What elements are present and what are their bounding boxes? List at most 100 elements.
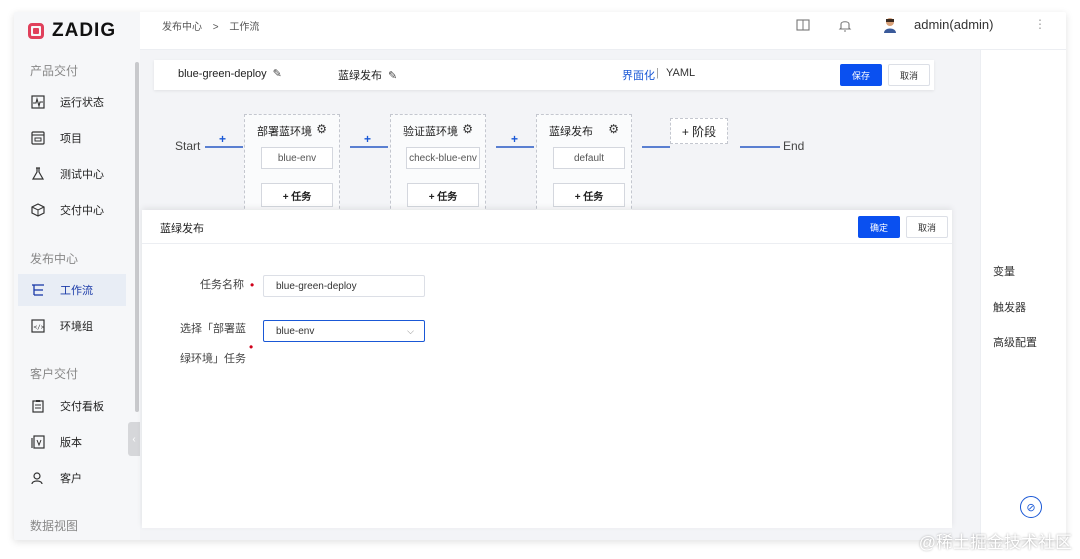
logo[interactable]: ZADIG	[28, 20, 116, 42]
sidebar-item-test-center[interactable]: 测试中心	[18, 158, 126, 190]
stage-verify-blue[interactable]: 验证蓝环境 ⚙ check-blue-env + 任务	[390, 114, 486, 224]
job-chip[interactable]: default	[553, 147, 625, 169]
svg-text:</>: </>	[34, 324, 45, 331]
logo-text: ZADIG	[52, 20, 117, 41]
required-marker: •	[250, 278, 255, 292]
edit-icon[interactable]: ✎	[388, 69, 397, 82]
gear-icon[interactable]: ⚙	[462, 122, 473, 136]
add-stage-button[interactable]: + 阶段	[670, 118, 728, 144]
stage-title: 蓝绿发布	[549, 126, 593, 138]
version-icon	[30, 434, 46, 450]
save-button[interactable]: 保存	[840, 64, 882, 86]
add-task-button[interactable]: + 任务	[407, 183, 479, 207]
required-marker: •	[249, 340, 254, 354]
section-customer-delivery: 客户交付	[30, 367, 79, 381]
select-task-dropdown[interactable]: blue-env ⌵	[263, 320, 425, 342]
watermark: @稀土掘金技术社区	[918, 533, 1072, 552]
zadig-logo-icon	[28, 23, 44, 39]
sidebar-item-label: 交付中心	[60, 205, 104, 217]
user-name[interactable]: admin(admin)	[914, 17, 993, 32]
variables-tab[interactable]: 变量	[993, 263, 1015, 279]
bell-icon[interactable]	[838, 18, 852, 32]
breadcrumb: 发布中心 > 工作流	[162, 18, 267, 33]
sidebar-item-project[interactable]: 项目	[18, 122, 126, 154]
add-task-button[interactable]: + 任务	[553, 183, 625, 207]
delivery-icon	[30, 202, 46, 218]
drawer-header: 蓝绿发布 确定 取消	[142, 210, 952, 244]
drawer-title: 蓝绿发布	[160, 223, 204, 235]
confirm-button[interactable]: 确定	[858, 216, 900, 238]
task-name-input[interactable]: blue-green-deploy	[263, 275, 425, 297]
sidebar-item-customer[interactable]: 客户	[18, 462, 126, 494]
stage-deploy-blue[interactable]: 部署蓝环境 ⚙ blue-env + 任务	[244, 114, 340, 224]
sidebar-scrollbar[interactable]	[135, 62, 139, 412]
stage-name-text: 蓝绿发布	[338, 70, 382, 82]
project-icon	[30, 130, 46, 146]
sidebar-item-delivery-center[interactable]: 交付中心	[18, 194, 126, 226]
sidebar-item-label: 客户	[60, 473, 82, 485]
sidebar-item-delivery-board[interactable]: 交付看板	[18, 390, 126, 422]
sidebar-item-label: 环境组	[60, 321, 93, 333]
stage-title: 部署蓝环境	[257, 126, 312, 138]
sidebar-item-label: 交付看板	[60, 401, 104, 413]
connector	[740, 146, 780, 148]
gear-icon[interactable]: ⚙	[316, 122, 327, 136]
add-stage-plus-icon[interactable]: +	[219, 132, 226, 146]
workflow-name-text: blue-green-deploy	[178, 68, 267, 80]
pulse-icon	[30, 94, 46, 110]
add-stage-plus-icon[interactable]: +	[364, 132, 371, 146]
more-options-icon[interactable]: ⋮	[1034, 17, 1046, 31]
breadcrumb-workflow[interactable]: 工作流	[229, 22, 259, 33]
view-yaml-tab[interactable]: YAML	[666, 67, 695, 79]
advanced-config-tab[interactable]: 高级配置	[993, 334, 1037, 350]
pipeline-end: End	[783, 139, 805, 153]
select-task-label-line2: 绿环境」任务	[180, 353, 246, 365]
connector	[350, 146, 388, 148]
breadcrumb-release-center[interactable]: 发布中心	[162, 22, 202, 33]
sidebar-item-label: 运行状态	[60, 97, 104, 109]
avatar[interactable]	[882, 17, 898, 33]
sidebar-item-label: 测试中心	[60, 169, 104, 181]
breadcrumb-separator: >	[212, 22, 219, 33]
sidebar-item-status[interactable]: 运行状态	[18, 86, 126, 118]
job-chip[interactable]: check-blue-env	[406, 147, 480, 169]
sidebar: ZADIG 产品交付 运行状态 项目 测试中心 交付中心 发布中心 工作流 </…	[14, 12, 140, 540]
connector	[496, 146, 534, 148]
view-separator: |	[656, 67, 659, 79]
job-chip[interactable]: blue-env	[261, 147, 333, 169]
add-task-button[interactable]: + 任务	[261, 183, 333, 207]
workflow-icon	[30, 282, 46, 298]
edit-icon[interactable]: ✎	[273, 67, 282, 80]
add-stage-plus-icon[interactable]: +	[511, 132, 518, 146]
sidebar-collapse-button[interactable]: ‹	[128, 422, 140, 456]
section-release-center: 发布中心	[30, 252, 79, 266]
board-icon	[30, 398, 46, 414]
select-value: blue-env	[276, 325, 315, 337]
pipeline-start: Start	[175, 139, 201, 153]
sidebar-item-environment-group[interactable]: </> 环境组	[18, 310, 126, 342]
gear-icon[interactable]: ⚙	[608, 122, 619, 136]
sidebar-item-version[interactable]: 版本	[18, 426, 126, 458]
sidebar-item-workflow[interactable]: 工作流	[18, 274, 126, 306]
chevron-down-icon: ⌵	[407, 326, 414, 336]
stage-blue-green-release[interactable]: 蓝绿发布 ⚙ default + 任务	[536, 114, 632, 224]
docs-icon[interactable]	[796, 18, 810, 32]
workflow-toolbar: blue-green-deploy ✎ 蓝绿发布 ✎ 界面化 | YAML 保存 取…	[154, 60, 934, 90]
top-header: 发布中心 > 工作流 admin(admin) ⋮	[140, 12, 1066, 50]
test-icon	[30, 166, 46, 182]
right-settings-panel: 变量 触发器 高级配置	[980, 50, 1066, 540]
chevron-left-icon: ‹	[132, 433, 136, 445]
task-name-label: 任务名称	[200, 279, 244, 291]
section-product-delivery: 产品交付	[30, 64, 79, 78]
connector	[642, 146, 670, 148]
environment-icon: </>	[30, 318, 46, 334]
sidebar-item-label: 项目	[60, 133, 82, 145]
view-ui-tab[interactable]: 界面化	[622, 67, 655, 83]
link-help-icon[interactable]: ⊘	[1020, 496, 1042, 518]
sidebar-item-label: 版本	[60, 437, 82, 449]
select-task-label-line1: 选择「部署蓝	[180, 323, 246, 335]
customer-icon	[30, 470, 46, 486]
triggers-tab[interactable]: 触发器	[993, 299, 1026, 315]
drawer-cancel-button[interactable]: 取消	[906, 216, 948, 238]
cancel-button[interactable]: 取消	[888, 64, 930, 86]
